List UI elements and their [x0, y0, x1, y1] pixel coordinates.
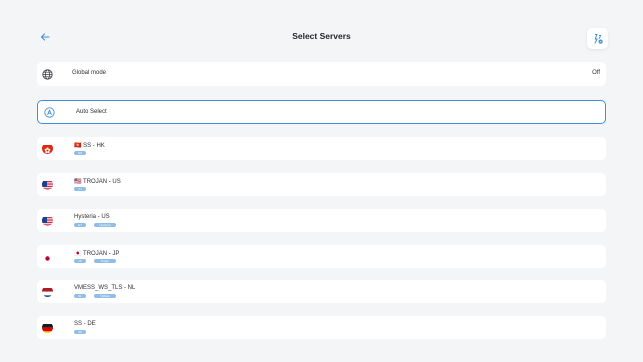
- server-tags: SS: [74, 151, 86, 155]
- server-tags: SS: [74, 330, 86, 334]
- server-row-de[interactable]: SS - DE SS: [37, 316, 606, 339]
- server-name: SS - DE: [74, 321, 96, 327]
- jp-flag-icon: [42, 251, 53, 262]
- server-tags: TJ: [74, 187, 86, 191]
- auto-select-icon: [44, 107, 55, 118]
- auto-select-label: Auto Select: [76, 109, 107, 115]
- server-row-us[interactable]: 🇺🇸 TROJAN - US TJ: [37, 173, 606, 196]
- server-tags: HY Hysteria: [74, 223, 116, 227]
- speed-test-icon: [593, 33, 603, 44]
- server-name: 🇭🇰 SS - HK: [74, 143, 105, 149]
- server-name: 🇯🇵 TROJAN - JP: [74, 251, 120, 257]
- nl-flag-icon: [42, 286, 53, 297]
- server-row-nl[interactable]: VMESS_WS_TLS - NL NL VMess: [37, 280, 606, 303]
- server-row-us[interactable]: Hysteria - US HY Hysteria: [37, 209, 606, 232]
- protocol-tag: NL: [74, 294, 86, 298]
- protocol-tag: Trojan: [94, 259, 116, 263]
- server-tags: NL VMess: [74, 294, 116, 298]
- us-flag-icon: [42, 179, 53, 190]
- server-row-hk[interactable]: 🇭🇰 SS - HK SS: [37, 137, 606, 160]
- page-title: Select Servers: [292, 31, 351, 41]
- de-flag-icon: [42, 322, 53, 333]
- server-name: Hysteria - US: [74, 214, 110, 220]
- globe-icon: [42, 69, 53, 80]
- global-mode-row[interactable]: Global mode Off: [37, 62, 606, 86]
- global-mode-value[interactable]: Off: [592, 70, 600, 76]
- speed-test-button[interactable]: [587, 28, 608, 49]
- protocol-tag: SS: [74, 330, 86, 334]
- protocol-tag: SS: [74, 151, 86, 155]
- protocol-tag: VMess: [94, 294, 116, 298]
- protocol-tag: HY: [74, 223, 86, 227]
- server-tags: JP Trojan: [74, 259, 116, 263]
- protocol-tag: JP: [74, 259, 86, 263]
- hk-flag-icon: [42, 143, 53, 154]
- server-row-jp[interactable]: 🇯🇵 TROJAN - JP JP Trojan: [37, 245, 606, 268]
- protocol-tag: TJ: [74, 187, 86, 191]
- us-flag-icon: [42, 215, 53, 226]
- server-name: 🇺🇸 TROJAN - US: [74, 179, 121, 185]
- protocol-tag: Hysteria: [94, 223, 116, 227]
- server-name: VMESS_WS_TLS - NL: [74, 285, 136, 291]
- auto-select-row[interactable]: Auto Select: [37, 100, 606, 124]
- global-mode-label: Global mode: [72, 70, 107, 76]
